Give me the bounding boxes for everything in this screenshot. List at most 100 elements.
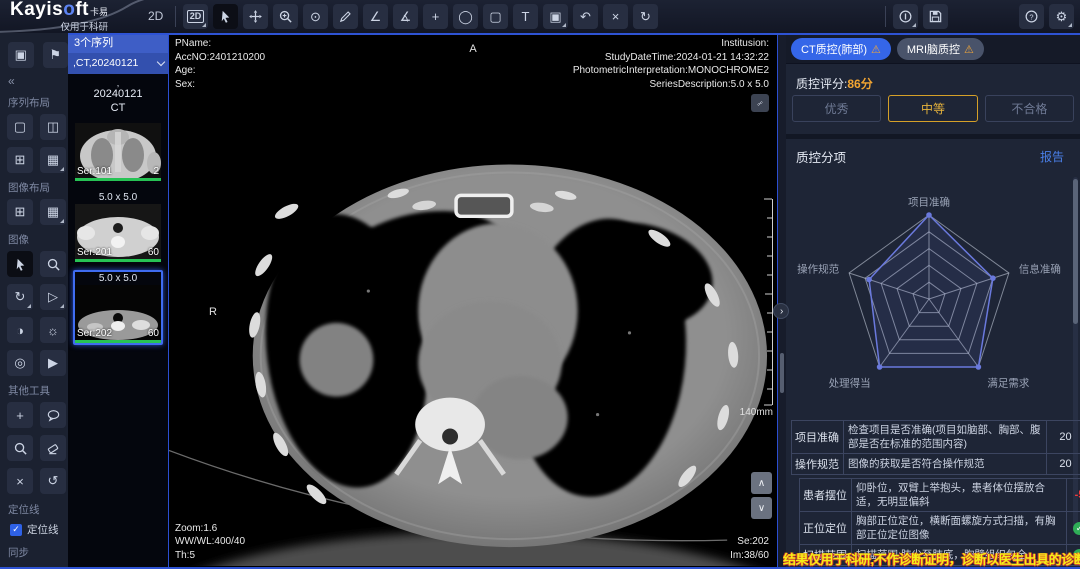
qc-tab-CT质控(肺部)[interactable]: CT质控(肺部)⚠	[791, 38, 891, 60]
study-selector-dropdown[interactable]: ,CT,20240121	[68, 53, 168, 74]
app-logo-text: Kayisoft	[10, 0, 89, 20]
overlay-line: StudyDateTime:2024-01-21 14:32:22	[573, 51, 769, 65]
qc-table-row: 项目准确检查项目是否准确(项目如脑部、胸部、腹部是否在标准的范围内容)20	[792, 421, 1080, 454]
radar-axis-label: 项目准确	[908, 195, 950, 210]
toolbar-delete-button[interactable]: ×	[603, 4, 628, 29]
grade-button-优秀[interactable]: 优秀	[792, 95, 881, 122]
app-logo: Kayisoft卡易 仅用于科研	[10, 1, 108, 36]
qc-section-divider	[786, 134, 1080, 139]
qc-row-score: 20	[1047, 454, 1080, 475]
sidebar-image-play-button[interactable]: ▶	[40, 350, 66, 376]
series-thumbnail-Ser-202[interactable]: 5.0 x 5.0Ser:20260	[73, 270, 163, 345]
qc-row-score: -5	[1067, 479, 1080, 512]
qc-panel-scrollbar-handle[interactable]	[1073, 179, 1078, 324]
sidebar-checkgroup-label: 定位线	[8, 502, 68, 517]
sidebar-series-layout-4-button[interactable]: ⊞	[7, 147, 33, 173]
sidebar-image-locate-button[interactable]: ◎	[7, 350, 33, 376]
sidebar-other-reset-button[interactable]: ↺	[40, 468, 66, 494]
sidebar-image-layout-4-button[interactable]: ⊞	[7, 199, 33, 225]
qc-row-desc: 胸部正位定位，横断面螺旋方式扫描，有胸部正位定位图像	[852, 512, 1067, 545]
series-thumbnail-Ser-201[interactable]: 5.0 x 5.0Ser:20160	[73, 189, 163, 264]
qc-tab-MRI脑质控[interactable]: MRI脑质控⚠	[897, 38, 984, 60]
grade-button-不合格[interactable]: 不合格	[985, 95, 1074, 122]
sidebar-series-layout-1-button[interactable]: ▢	[7, 114, 33, 140]
sidebar-image-layout-9-button[interactable]: ▦	[40, 199, 66, 225]
app-window: Kayisoft卡易 仅用于科研 2D 2D⊙∠∡+◯▢T▣↶×↻ ?⚙ ▣⚑ …	[0, 0, 1080, 569]
sidebar-other-crosshair-button[interactable]: +	[7, 402, 33, 428]
toolbar-text-button[interactable]: T	[513, 4, 538, 29]
toolbar-zoom-in-button[interactable]	[273, 4, 298, 29]
overlay-line: Im:38/60	[730, 549, 769, 563]
radar-axis-label: 满足需求	[987, 375, 1029, 390]
checkbox-定位线[interactable]: ✓定位线	[10, 522, 68, 537]
checkbox-box[interactable]: ✓	[10, 524, 22, 536]
toolbar-cobb-angle-button[interactable]: ∡	[393, 4, 418, 29]
toolbar-angle-button[interactable]: ∠	[363, 4, 388, 29]
panel-divider: ›	[778, 33, 786, 569]
sidebar-top-tools: ▣⚑	[8, 42, 68, 68]
toolbar-annotation-button[interactable]: ▣	[543, 4, 568, 29]
qc-score-label: 质控评分:	[796, 77, 847, 91]
qc-score-table: 项目准确检查项目是否准确(项目如脑部、胸部、腹部是否在标准的范围内容)20操作规…	[791, 420, 1080, 475]
sidebar-image-send-button[interactable]: ▷	[40, 284, 66, 310]
image-scroll-buttons: ∧ ∨	[751, 472, 772, 519]
study-modality: CT	[68, 101, 168, 115]
toolbar-target-button[interactable]: ⊙	[303, 4, 328, 29]
qc-table-row: 操作规范图像的获取是否符合操作规范20	[792, 454, 1080, 475]
toolbar-settings-button[interactable]: ⚙	[1049, 4, 1074, 29]
radar-axis-label: 操作规范	[797, 262, 839, 277]
sidebar-image-pointer-button[interactable]	[7, 251, 33, 277]
sidebar-viewport-layout-button[interactable]: ▣	[8, 42, 34, 68]
toolbar-undo-button[interactable]: ↶	[573, 4, 598, 29]
grade-button-中等[interactable]: 中等	[888, 95, 977, 122]
toolbar-measure-button[interactable]	[333, 4, 358, 29]
thumbnail-image: Ser:20260	[75, 285, 161, 343]
qc-row-name: 操作规范	[792, 454, 844, 475]
qc-subsection-title: 质控分项	[796, 147, 846, 166]
overlay-line: Institusion:	[573, 37, 769, 51]
qc-tab-label: CT质控(肺部)	[801, 41, 867, 57]
qc-score: 质控评分:86分	[796, 75, 873, 92]
sidebar-image-invert-button[interactable]: ◑	[7, 317, 33, 343]
toolbar-info-button[interactable]	[893, 4, 918, 29]
toolbar-separator	[885, 6, 886, 27]
study-info-overlay: Institusion:StudyDateTime:2024-01-21 14:…	[573, 37, 769, 91]
sidebar-series-layout-9-button[interactable]: ▦	[40, 147, 66, 173]
sidebar-collapse-button[interactable]: «	[8, 74, 68, 88]
sidebar-section-tools: + × ↺	[7, 402, 67, 494]
series-thumbnail-Ser-101[interactable]: Ser:1012	[73, 121, 163, 183]
link-series-icon[interactable]	[751, 94, 769, 112]
toolbar-rectangle-button[interactable]: ▢	[483, 4, 508, 29]
toolbar-pointer-button[interactable]	[213, 4, 238, 29]
toolbar-reset-button[interactable]: ↻	[633, 4, 658, 29]
image-viewport[interactable]: PName:AccNO:2401210200Age:Sex: Institusi…	[168, 33, 778, 569]
sidebar-series-layout-2col-button[interactable]: ◫	[40, 114, 66, 140]
qc-row-desc: 仰卧位，双臂上举抱头，患者体位摆放合适，无明显偏斜	[852, 479, 1067, 512]
sidebar-other-delete-button[interactable]: ×	[7, 468, 33, 494]
panel-expand-button[interactable]: ›	[773, 303, 789, 319]
toolbar-crosshair-button[interactable]: +	[423, 4, 448, 29]
sidebar-image-magnify-button[interactable]	[40, 251, 66, 277]
sidebar-image-brightness-button[interactable]: ☼	[40, 317, 66, 343]
sidebar-image-rotate-button[interactable]: ↻	[7, 284, 33, 310]
sidebar-section-label: 序列布局	[8, 95, 68, 110]
thumbnail-series-number: Ser:101	[77, 166, 112, 177]
sidebar-report-flag-button[interactable]: ⚑	[43, 42, 69, 68]
scroll-up-button[interactable]: ∧	[751, 472, 772, 494]
toolbar-pan-button[interactable]	[243, 4, 268, 29]
sidebar-section-label: 图像布局	[8, 180, 68, 195]
sidebar-other-magnifier-button[interactable]	[7, 435, 33, 461]
sidebar-other-comment-button[interactable]	[40, 402, 66, 428]
qc-report-link[interactable]: 报告	[1040, 148, 1064, 165]
thumbnail-image-count: 60	[148, 247, 159, 258]
toolbar-save-button[interactable]	[923, 4, 948, 29]
scroll-down-button[interactable]: ∨	[751, 497, 772, 519]
toolbar-accent-line	[68, 33, 1080, 35]
toolbar-2d-button[interactable]: 2D	[183, 4, 208, 29]
warning-icon: ⚠	[964, 43, 974, 56]
viewer-scrollbar-handle[interactable]	[780, 353, 784, 393]
qc-table-row: 正位定位胸部正位定位，横断面螺旋方式扫描，有胸部正位定位图像✓	[800, 512, 1080, 545]
sidebar-other-eraser-button[interactable]	[40, 435, 66, 461]
toolbar-ellipse-button[interactable]: ◯	[453, 4, 478, 29]
toolbar-help-button[interactable]: ?	[1019, 4, 1044, 29]
